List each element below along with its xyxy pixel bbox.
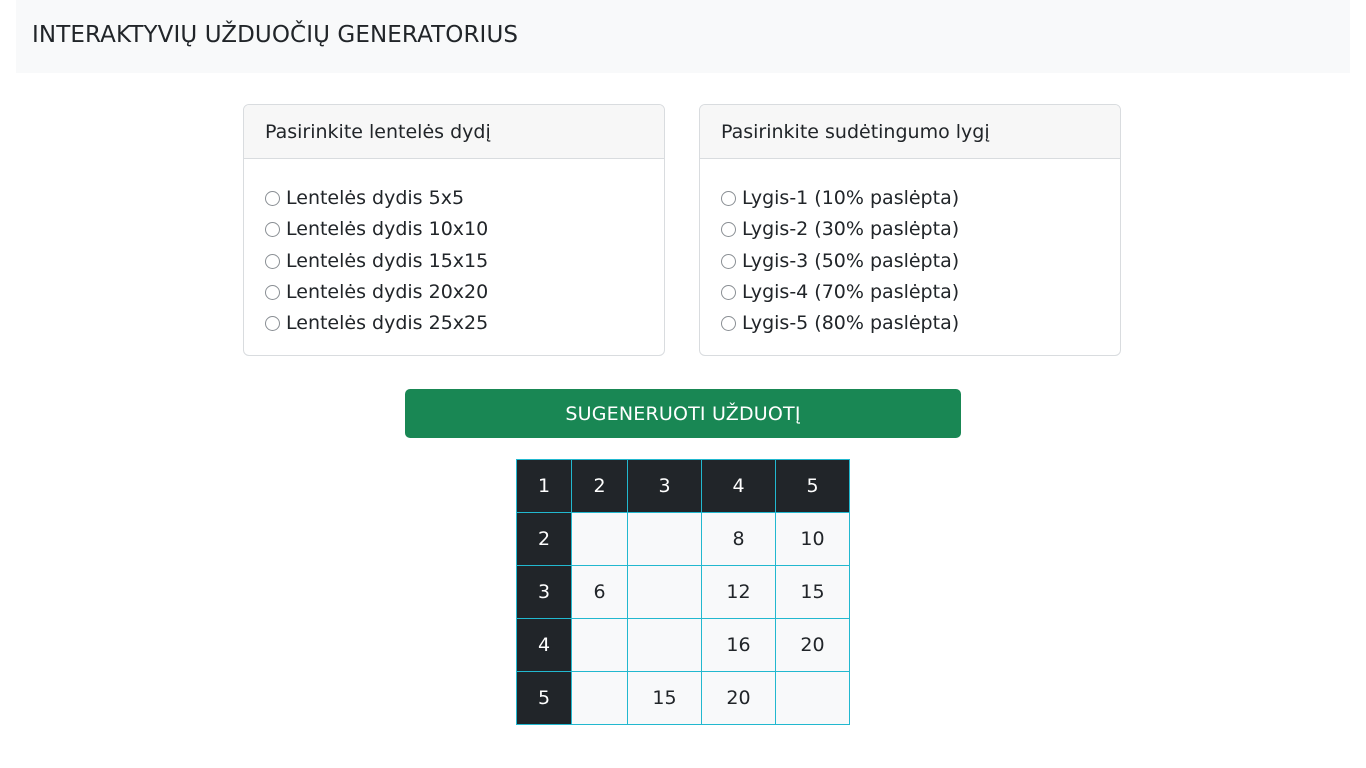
- table-cell[interactable]: [627, 512, 702, 566]
- table-cell[interactable]: [571, 618, 628, 672]
- table-row: 4 16 20: [516, 618, 850, 672]
- level-option-label[interactable]: Lygis-1 (10% paslėpta): [742, 189, 959, 208]
- level-option-label[interactable]: Lygis-3 (50% paslėpta): [742, 251, 959, 271]
- table-row: 3 6 12 15: [516, 565, 850, 619]
- table-cell[interactable]: 15: [627, 671, 702, 725]
- level-radio-2[interactable]: [721, 222, 736, 238]
- table-header-cell: 3: [627, 459, 702, 513]
- row-header-cell: 3: [516, 565, 572, 619]
- table-cell[interactable]: 16: [701, 618, 776, 672]
- size-radio-25x25[interactable]: [265, 316, 280, 332]
- size-option-label[interactable]: Lentelės dydis 10x10: [286, 220, 488, 239]
- level-option-label[interactable]: Lygis-2 (30% paslėpta): [742, 220, 959, 239]
- table-cell[interactable]: [775, 671, 850, 725]
- size-option-label[interactable]: Lentelės dydis 25x25: [286, 314, 488, 333]
- row-header-cell: 4: [516, 618, 572, 672]
- size-option-5x5[interactable]: Lentelės dydis 5x5: [265, 183, 664, 214]
- difficulty-card-title: Pasirinkite sudėtingumo lygį: [700, 105, 1120, 159]
- size-option-label[interactable]: Lentelės dydis 20x20: [286, 283, 488, 302]
- table-size-options: Lentelės dydis 5x5 Lentelės dydis 10x10 …: [244, 159, 664, 339]
- size-radio-15x15[interactable]: [265, 253, 280, 269]
- table-cell[interactable]: 10: [775, 512, 850, 566]
- table-header-row: 1 2 3 4 5: [516, 459, 850, 513]
- multiplication-table: 1 2 3 4 5 2 8 10 3 6 12 15 4 16 20 5 15 …: [516, 459, 850, 725]
- page-title: INTERAKTYVIŲ UŽDUOČIŲ GENERATORIUS: [32, 22, 519, 48]
- page-header: INTERAKTYVIŲ UŽDUOČIŲ GENERATORIUS: [16, 0, 1350, 73]
- table-header-cell: 4: [701, 459, 776, 513]
- size-option-20x20[interactable]: Lentelės dydis 20x20: [265, 277, 664, 308]
- table-cell[interactable]: 12: [701, 565, 776, 619]
- size-option-10x10[interactable]: Lentelės dydis 10x10: [265, 214, 664, 245]
- size-option-15x15[interactable]: Lentelės dydis 15x15: [265, 246, 664, 277]
- size-radio-5x5[interactable]: [265, 191, 280, 207]
- table-cell[interactable]: 20: [775, 618, 850, 672]
- table-cell[interactable]: 15: [775, 565, 850, 619]
- table-cell[interactable]: [627, 565, 702, 619]
- row-header-cell: 2: [516, 512, 572, 566]
- generate-task-button[interactable]: SUGENERUOTI UŽDUOTĮ: [405, 389, 961, 438]
- table-row: 2 8 10: [516, 512, 850, 566]
- table-cell[interactable]: [627, 618, 702, 672]
- table-cell[interactable]: 6: [571, 565, 628, 619]
- level-option-5[interactable]: Lygis-5 (80% paslėpta): [721, 308, 1120, 339]
- table-header-cell: 1: [516, 459, 572, 513]
- level-radio-3[interactable]: [721, 253, 736, 269]
- difficulty-card: Pasirinkite sudėtingumo lygį Lygis-1 (10…: [699, 104, 1121, 356]
- size-radio-20x20[interactable]: [265, 285, 280, 301]
- table-cell[interactable]: [571, 671, 628, 725]
- row-header-cell: 5: [516, 671, 572, 725]
- level-radio-4[interactable]: [721, 285, 736, 301]
- table-header-cell: 5: [775, 459, 850, 513]
- level-option-3[interactable]: Lygis-3 (50% paslėpta): [721, 246, 1120, 277]
- size-option-label[interactable]: Lentelės dydis 15x15: [286, 251, 488, 271]
- level-option-label[interactable]: Lygis-5 (80% paslėpta): [742, 314, 959, 333]
- table-cell[interactable]: 20: [701, 671, 776, 725]
- table-size-card: Pasirinkite lentelės dydį Lentelės dydis…: [243, 104, 665, 356]
- table-header-cell: 2: [571, 459, 628, 513]
- level-option-label[interactable]: Lygis-4 (70% paslėpta): [742, 283, 959, 302]
- size-radio-10x10[interactable]: [265, 222, 280, 238]
- level-option-1[interactable]: Lygis-1 (10% paslėpta): [721, 183, 1120, 214]
- level-option-4[interactable]: Lygis-4 (70% paslėpta): [721, 277, 1120, 308]
- table-cell[interactable]: [571, 512, 628, 566]
- level-radio-1[interactable]: [721, 191, 736, 207]
- table-row: 5 15 20: [516, 671, 850, 725]
- difficulty-options: Lygis-1 (10% paslėpta) Lygis-2 (30% pasl…: [700, 159, 1120, 339]
- level-option-2[interactable]: Lygis-2 (30% paslėpta): [721, 214, 1120, 245]
- table-size-card-title: Pasirinkite lentelės dydį: [244, 105, 664, 159]
- size-option-label[interactable]: Lentelės dydis 5x5: [286, 189, 464, 208]
- size-option-25x25[interactable]: Lentelės dydis 25x25: [265, 308, 664, 339]
- table-cell[interactable]: 8: [701, 512, 776, 566]
- level-radio-5[interactable]: [721, 316, 736, 332]
